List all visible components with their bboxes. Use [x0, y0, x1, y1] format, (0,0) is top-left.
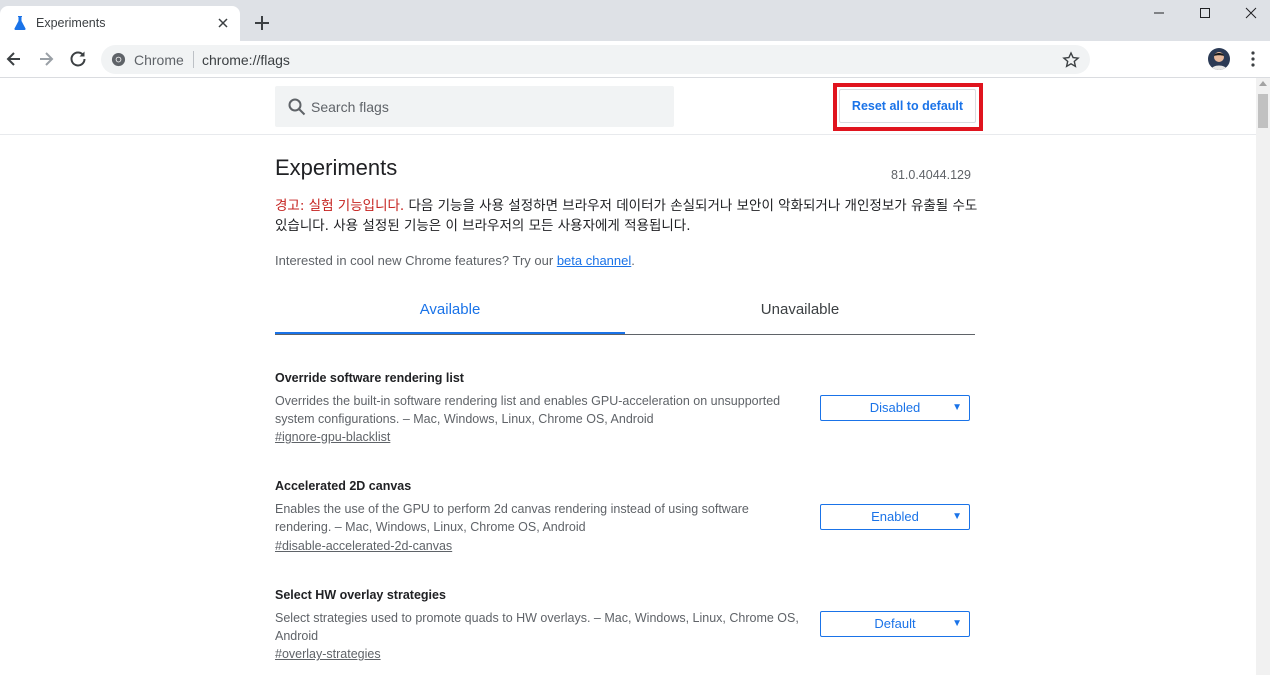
- select-value: Disabled: [869, 400, 921, 415]
- new-tab-icon[interactable]: [252, 13, 272, 33]
- scrollbar[interactable]: [1256, 78, 1270, 675]
- warning-prefix: 경고: 실험 기능입니다.: [275, 198, 405, 214]
- tab-unavailable[interactable]: Unavailable: [625, 290, 975, 334]
- search-icon: [288, 98, 306, 116]
- experiment-select[interactable]: Default ▼: [820, 611, 970, 637]
- beta-channel-link[interactable]: beta channel: [557, 253, 631, 268]
- tab-title: Experiments: [36, 16, 106, 30]
- profile-avatar[interactable]: [1208, 48, 1230, 70]
- maximize-icon[interactable]: [1182, 0, 1228, 28]
- forward-arrow-icon[interactable]: [36, 49, 56, 69]
- browser-tab[interactable]: Experiments: [0, 6, 240, 41]
- experiment-name: Override software rendering list: [275, 371, 464, 385]
- avatar-icon: [1211, 52, 1227, 70]
- experiment-description: Enables the use of the GPU to perform 2d…: [275, 502, 749, 534]
- tab-strip: Experiments: [0, 0, 1270, 41]
- experiment-select[interactable]: Disabled ▼: [820, 395, 970, 421]
- page-title: Experiments: [275, 155, 398, 180]
- experiment-description: Overrides the built-in software renderin…: [275, 394, 781, 426]
- scroll-up-arrow-icon[interactable]: [1259, 81, 1267, 86]
- address-bar[interactable]: Chrome chrome://flags: [101, 45, 1090, 74]
- chrome-logo-icon: [111, 52, 126, 67]
- experiment-select[interactable]: Enabled ▼: [820, 504, 970, 530]
- window-close-icon[interactable]: [1228, 0, 1270, 28]
- dropdown-arrow-icon: ▼: [952, 511, 962, 522]
- tab-available[interactable]: Available: [275, 290, 625, 334]
- kebab-menu-icon[interactable]: [1244, 49, 1262, 69]
- bookmark-star-icon[interactable]: [1062, 51, 1080, 69]
- select-value: Enabled: [871, 509, 919, 524]
- experiment-link[interactable]: #overlay-strategies: [275, 647, 381, 661]
- beta-channel-note: Interested in cool new Chrome features? …: [275, 253, 635, 268]
- interest-end: .: [631, 253, 635, 268]
- flags-tabs: Available Unavailable: [275, 290, 975, 335]
- experiment-link[interactable]: #ignore-gpu-blacklist: [275, 430, 390, 444]
- search-input[interactable]: [311, 86, 661, 127]
- site-label: Chrome: [134, 52, 184, 68]
- experiment-description: Select strategies used to promote quads …: [275, 611, 799, 643]
- experiment-link[interactable]: #disable-accelerated-2d-canvas: [275, 539, 452, 553]
- search-box[interactable]: [275, 86, 674, 127]
- url-text[interactable]: chrome://flags: [202, 52, 290, 68]
- close-tab-icon[interactable]: [214, 14, 232, 32]
- omnibox-separator: [193, 51, 194, 68]
- dropdown-arrow-icon: ▼: [952, 618, 962, 629]
- version-number: 81.0.4044.129: [891, 168, 971, 182]
- select-value: Default: [874, 616, 916, 631]
- minimize-icon[interactable]: [1136, 0, 1182, 28]
- flask-icon: [14, 16, 26, 30]
- experiment-name: Select HW overlay strategies: [275, 588, 446, 602]
- reset-all-button[interactable]: Reset all to default: [839, 89, 976, 123]
- back-arrow-icon[interactable]: [4, 49, 24, 69]
- flags-header: Reset all to default: [0, 78, 1256, 135]
- interest-text: Interested in cool new Chrome features? …: [275, 253, 557, 268]
- dropdown-arrow-icon: ▼: [952, 402, 962, 413]
- experiment-name: Accelerated 2D canvas: [275, 479, 412, 493]
- warning-message: 경고: 실험 기능입니다. 다음 기능을 사용 설정하면 브라우저 데이터가 손…: [275, 196, 985, 236]
- reload-icon[interactable]: [68, 49, 88, 69]
- toolbar: Chrome chrome://flags EX S: [0, 41, 1270, 108]
- scrollbar-thumb[interactable]: [1258, 94, 1268, 128]
